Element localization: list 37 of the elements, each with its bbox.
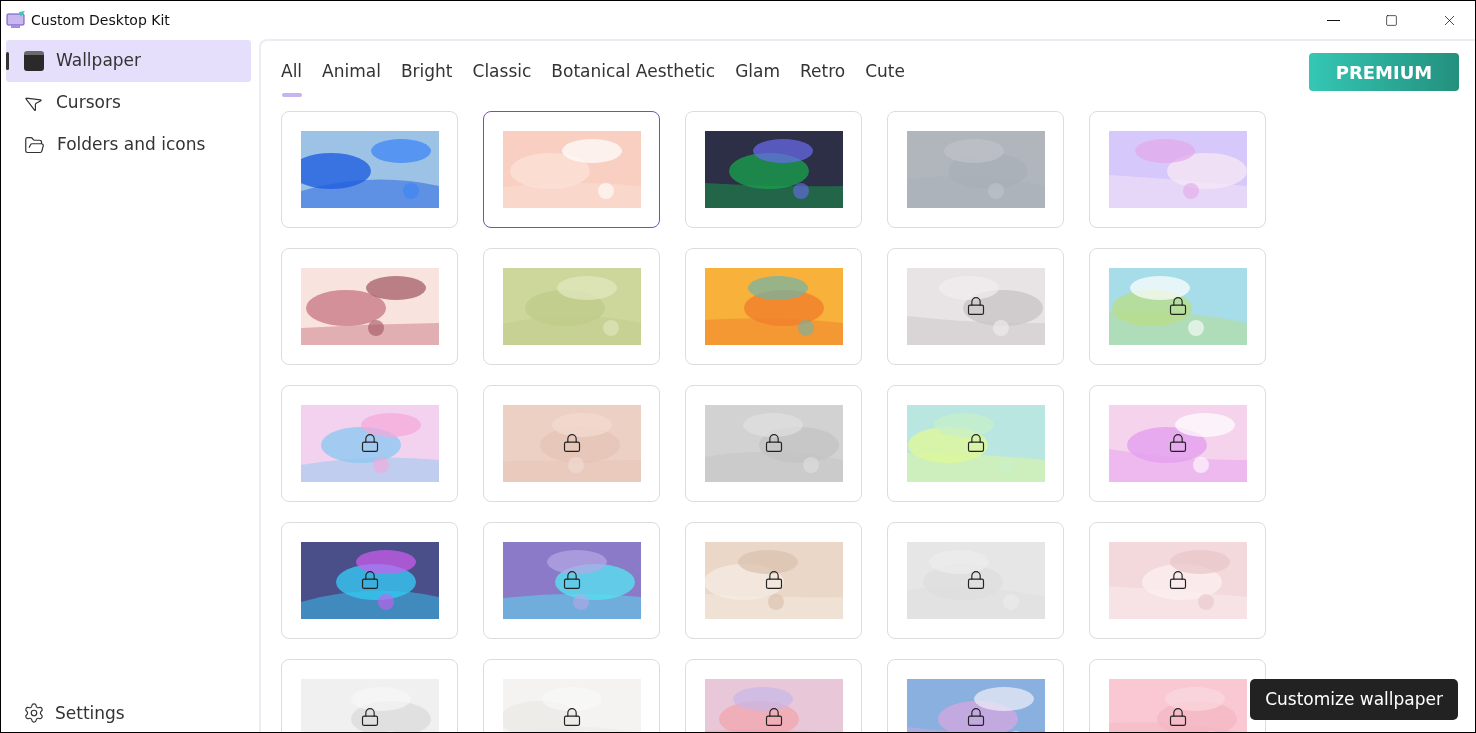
lock-icon <box>359 707 380 727</box>
lock-icon <box>359 570 380 590</box>
sidebar-item[interactable]: Cursors <box>6 82 251 124</box>
category-tab[interactable]: Cute <box>865 59 905 97</box>
sidebar-item[interactable]: Folders and icons <box>6 124 251 166</box>
lock-icon <box>763 433 784 453</box>
lock-icon <box>561 433 582 453</box>
lock-icon <box>561 707 582 727</box>
settings-icon <box>23 702 45 725</box>
category-tab[interactable]: All <box>281 59 303 97</box>
category-tab[interactable]: Glam <box>735 59 780 97</box>
lock-icon <box>1167 570 1188 590</box>
category-tab[interactable]: Classic <box>472 59 532 97</box>
settings-button[interactable]: Settings <box>23 700 259 726</box>
tooltip: Customize wallpaper <box>1250 678 1458 720</box>
lock-icon <box>1167 296 1188 316</box>
lock-icon <box>1167 707 1188 727</box>
lock-icon <box>1167 433 1188 453</box>
category-tab[interactable]: Retro <box>800 59 846 97</box>
lock-icon <box>965 570 986 590</box>
category-tab[interactable]: Animal <box>322 59 381 97</box>
lock-icon <box>965 433 986 453</box>
wallpaper-icon <box>24 51 44 71</box>
category-tab[interactable]: Botanical Aesthetic <box>551 59 716 97</box>
sidebar-item[interactable]: Wallpaper <box>6 40 251 82</box>
app-logo-icon <box>6 11 26 29</box>
lock-icon <box>965 707 986 727</box>
category-tab[interactable]: Bright <box>400 59 453 97</box>
lock-icon <box>965 296 986 316</box>
minimize-icon <box>1326 19 1340 21</box>
lock-icon <box>763 707 784 727</box>
maximize-icon <box>1384 13 1398 27</box>
lock-icon <box>359 433 380 453</box>
folder-icon <box>24 134 45 156</box>
lock-icon <box>763 570 784 590</box>
lock-icon <box>561 570 582 590</box>
window-title: Custom Desktop Kit <box>31 10 170 30</box>
